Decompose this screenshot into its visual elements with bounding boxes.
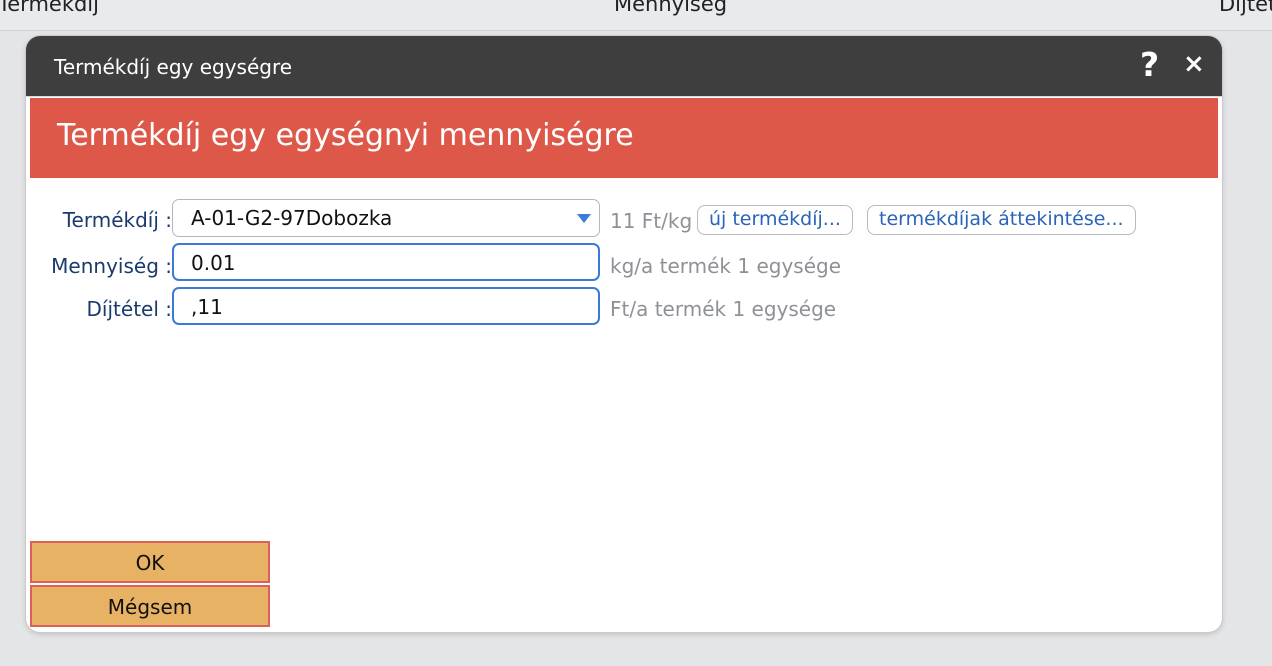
column-header-fee-rate[interactable]: Díjtét (1219, 0, 1272, 16)
product-fee-select[interactable]: A-01-G2-97Dobozka (172, 199, 600, 237)
dialog-title: Termékdíj egy egységre (54, 55, 293, 79)
column-header-product-fee[interactable]: Termékdíj (0, 0, 99, 16)
ok-button[interactable]: OK (30, 541, 270, 583)
quantity-value: 0.01 (191, 251, 236, 275)
quantity-unit-hint: kg/a termék 1 egysége (610, 254, 842, 278)
dialog-heading: Termékdíj egy egységnyi mennyiségre (57, 118, 634, 153)
fee-rate-input[interactable]: ,11 (172, 287, 600, 325)
product-fee-unit-hint: 11 Ft/kg (610, 209, 693, 233)
product-fee-selected-value: A-01-G2-97Dobozka (191, 206, 393, 230)
background-table-header: Termékdíj Mennyiség Díjtét (0, 0, 1272, 31)
cancel-button[interactable]: Mégsem (30, 585, 270, 627)
product-fee-label: Termékdíj : (62, 208, 172, 232)
fee-rate-value: ,11 (191, 295, 223, 319)
quantity-label: Mennyiség : (51, 254, 172, 278)
dialog-titlebar[interactable]: Termékdíj egy egységre ? × (26, 36, 1222, 97)
close-icon[interactable]: × (1183, 49, 1205, 79)
product-fee-dialog: Termékdíj egy egységre ? × Termékdíj egy… (26, 36, 1222, 632)
new-product-fee-button[interactable]: új termékdíj... (697, 205, 853, 235)
chevron-down-icon[interactable] (577, 214, 591, 223)
fee-rate-unit-hint: Ft/a termék 1 egysége (610, 297, 837, 321)
dialog-heading-banner: Termékdíj egy egységnyi mennyiségre (30, 98, 1218, 178)
help-icon[interactable]: ? (1140, 45, 1159, 84)
fee-rate-label: Díjtétel : (86, 297, 172, 321)
product-fee-overview-button[interactable]: termékdíjak áttekintése... (867, 205, 1136, 235)
quantity-input[interactable]: 0.01 (172, 243, 600, 281)
column-header-quantity[interactable]: Mennyiség (614, 0, 727, 16)
